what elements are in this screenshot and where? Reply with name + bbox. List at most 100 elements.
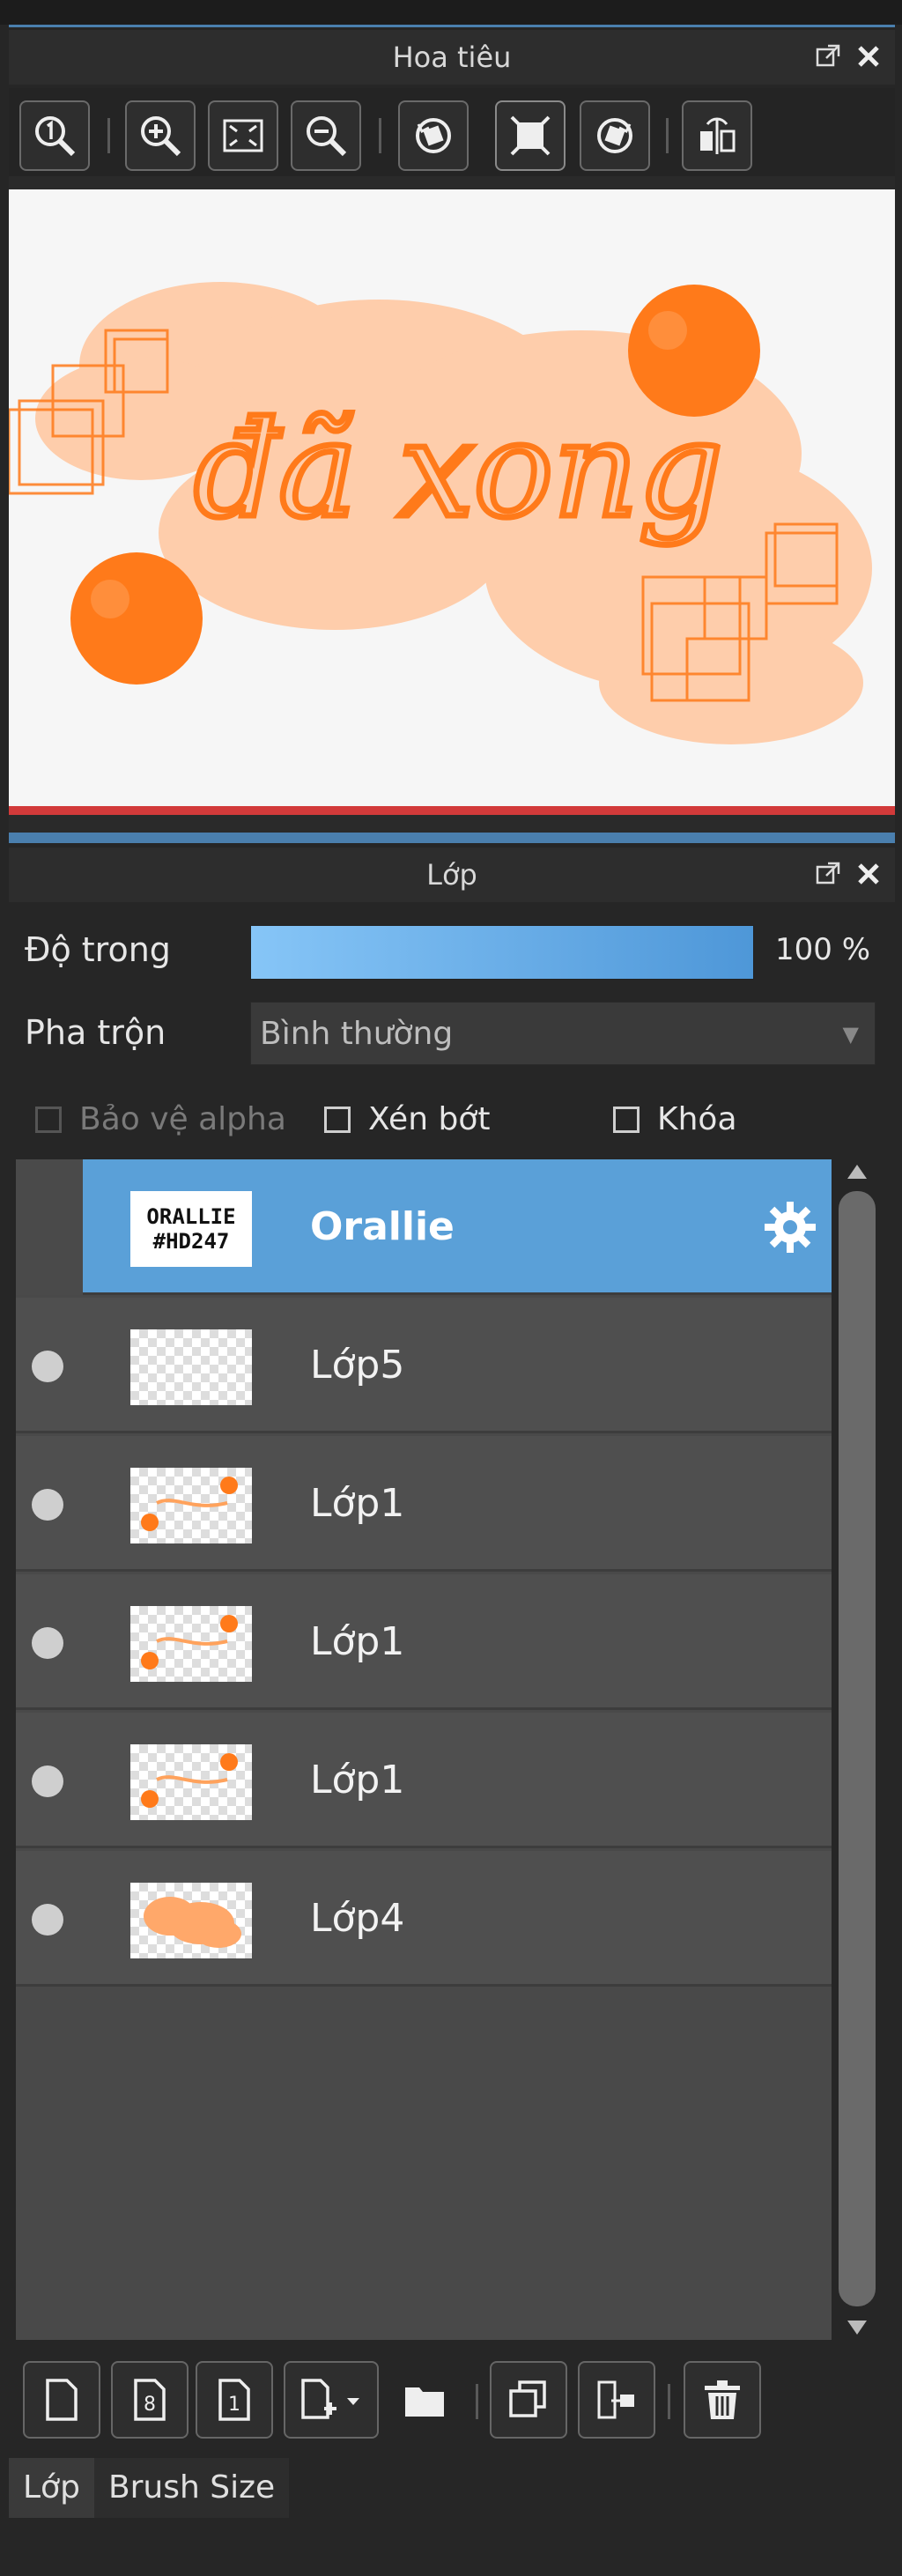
- zoom-reset-icon: [35, 116, 76, 157]
- layer-thumbnail: [130, 1744, 252, 1820]
- visibility-toggle[interactable]: [32, 1904, 63, 1936]
- layers-title: Lớp: [426, 858, 477, 892]
- layers-header: Lớp: [9, 848, 895, 902]
- canvas-frame-bottom: [9, 815, 895, 833]
- layers-scrollbar[interactable]: [835, 1159, 879, 2340]
- clip-label: Xén bớt: [368, 1101, 491, 1137]
- toolbar-separator: [668, 2384, 670, 2419]
- 8bit-layer-icon: 8: [134, 2379, 166, 2421]
- navigator-header: Hoa tiêu: [9, 30, 895, 85]
- layer-thumbnail: [130, 1468, 252, 1543]
- actual-size-button[interactable]: [495, 100, 566, 171]
- layer-row[interactable]: Lớp1: [16, 1574, 832, 1710]
- new-8bit-layer-button[interactable]: 8: [111, 2361, 189, 2439]
- popout-icon[interactable]: [814, 860, 842, 888]
- layer-name: Lớp5: [310, 1343, 405, 1388]
- checkbox-box: [324, 1106, 351, 1133]
- layer-thumbnail: [130, 1883, 252, 1958]
- panel-divider: [9, 833, 895, 843]
- opacity-label: Độ trong: [25, 930, 171, 969]
- navigator-canvas[interactable]: đã xong: [7, 189, 895, 806]
- chevron-down-icon: ▼: [842, 1022, 859, 1047]
- toolbar-separator: [666, 118, 669, 153]
- panel-top-accent: [9, 25, 895, 27]
- new-folder-button[interactable]: [386, 2361, 463, 2439]
- layer-thumbnail: [130, 1606, 252, 1682]
- layer-row[interactable]: Lớp1: [16, 1713, 832, 1848]
- svg-text:8: 8: [144, 2394, 156, 2416]
- layer-row[interactable]: Lớp4: [16, 1851, 832, 1987]
- flip-horizontal-icon: [700, 117, 736, 154]
- checkbox-box: [613, 1106, 640, 1133]
- gear-icon[interactable]: [761, 1198, 819, 1256]
- delete-layer-button[interactable]: [684, 2361, 761, 2439]
- popout-icon[interactable]: [814, 42, 842, 70]
- layer-name: Orallie: [310, 1204, 455, 1249]
- actual-size-icon: [510, 115, 551, 156]
- layer-name: Lớp4: [310, 1896, 405, 1941]
- tab-brush-size[interactable]: Brush Size: [93, 2458, 290, 2518]
- zoom-in-icon: [141, 116, 181, 157]
- duplicate-layer-button[interactable]: [490, 2361, 567, 2439]
- close-icon[interactable]: [854, 42, 883, 70]
- navigator-title: Hoa tiêu: [392, 41, 512, 74]
- layer-row[interactable]: Lớp5: [16, 1298, 832, 1433]
- visibility-toggle[interactable]: [32, 1627, 63, 1659]
- rotate-left-button[interactable]: [398, 100, 469, 171]
- layer-name: Lớp1: [310, 1481, 405, 1526]
- close-icon[interactable]: [854, 860, 883, 888]
- layer-thumbnail: ORALLIE #HD247: [130, 1191, 252, 1267]
- layer-name: Lớp1: [310, 1758, 405, 1802]
- bottom-empty-area: [0, 2518, 902, 2576]
- layer-thumbnail: [130, 1329, 252, 1405]
- trash-icon: [705, 2380, 740, 2419]
- layers-list[interactable]: ORALLIE #HD247 Orallie Lớp5 Lớp1 Lớp1 Lớ…: [16, 1159, 832, 2340]
- lock-label: Khóa: [657, 1101, 737, 1137]
- blend-mode-value: Bình thường: [260, 1016, 454, 1052]
- merge-icon: [597, 2380, 634, 2419]
- protect-alpha-checkbox[interactable]: Bảo vệ alpha: [35, 1101, 286, 1137]
- opacity-slider[interactable]: [250, 925, 754, 980]
- zoom-out-icon: [307, 116, 347, 157]
- layer-row[interactable]: Lớp1: [16, 1436, 832, 1572]
- lock-checkbox[interactable]: Khóa: [613, 1101, 737, 1137]
- toolbar-separator: [476, 2384, 478, 2419]
- new-1bit-layer-button[interactable]: 1: [196, 2361, 273, 2439]
- rotate-left-icon: [416, 118, 451, 153]
- duplicate-icon: [509, 2380, 546, 2417]
- flip-horizontal-button[interactable]: [682, 100, 752, 171]
- visibility-toggle[interactable]: [32, 1765, 63, 1797]
- 1bit-layer-icon: 1: [218, 2379, 250, 2421]
- visibility-toggle[interactable]: [32, 1489, 63, 1521]
- merge-layer-button[interactable]: [578, 2361, 655, 2439]
- fit-screen-button[interactable]: [208, 100, 278, 171]
- new-layer-button[interactable]: [23, 2361, 100, 2439]
- add-layer-dropdown-button[interactable]: [284, 2361, 379, 2439]
- rotate-right-button[interactable]: [580, 100, 650, 171]
- canvas-frame-top: [9, 176, 895, 189]
- layer-row-selected[interactable]: ORALLIE #HD247 Orallie: [83, 1159, 832, 1295]
- scroll-down-icon[interactable]: [846, 2319, 869, 2336]
- top-strip: [0, 0, 902, 25]
- clip-checkbox[interactable]: Xén bớt: [324, 1101, 490, 1137]
- zoom-out-button[interactable]: [291, 100, 361, 171]
- scroll-up-icon[interactable]: [846, 1163, 869, 1181]
- visibility-toggle[interactable]: [32, 1351, 63, 1382]
- zoom-reset-button[interactable]: [19, 100, 90, 171]
- layer-name: Lớp1: [310, 1619, 405, 1664]
- toolbar-separator: [107, 118, 110, 153]
- canvas-frame-red-line: [9, 806, 895, 815]
- toolbar-separator: [379, 118, 381, 153]
- thumb-text-line2: #HD247: [152, 1229, 230, 1254]
- navigator-toolbar: [9, 88, 895, 176]
- opacity-value: 100 %: [775, 932, 871, 967]
- selected-row-gutter: [16, 1159, 83, 1295]
- blend-mode-select[interactable]: Bình thường ▼: [250, 1002, 876, 1065]
- folder-icon: [405, 2387, 444, 2417]
- zoom-in-button[interactable]: [125, 100, 196, 171]
- blend-label: Pha trộn: [25, 1013, 166, 1052]
- protect-alpha-label: Bảo vệ alpha: [79, 1101, 286, 1137]
- rotate-right-icon: [597, 118, 632, 153]
- tab-layers[interactable]: Lớp: [9, 2458, 94, 2520]
- scrollbar-thumb[interactable]: [839, 1191, 876, 2306]
